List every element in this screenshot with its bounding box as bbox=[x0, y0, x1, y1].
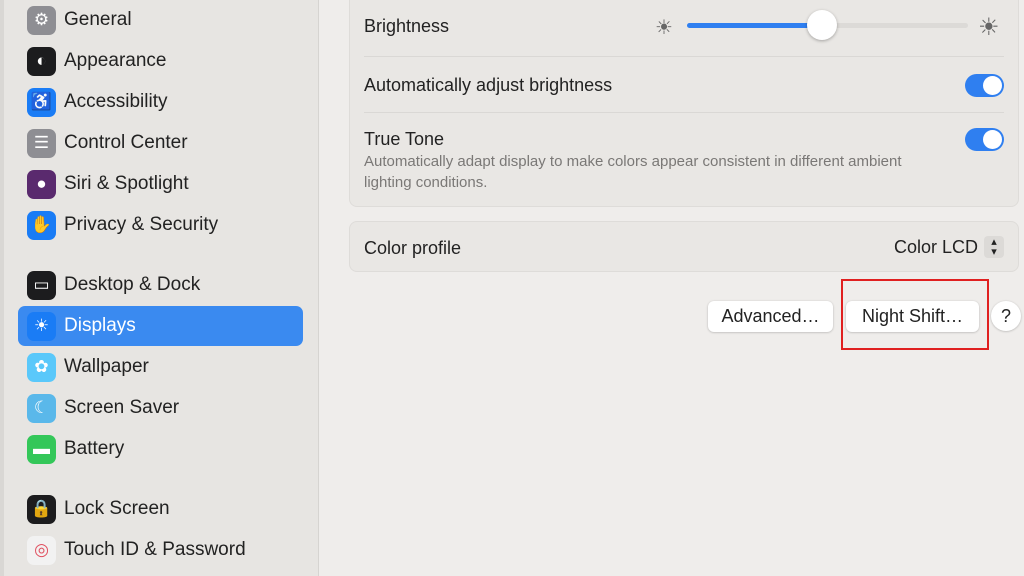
chevron-updown-icon: ▴ ▾ bbox=[984, 236, 1004, 258]
sidebar-item-screen-saver[interactable]: ☾ Screen Saver bbox=[18, 388, 303, 428]
brightness-slider[interactable] bbox=[687, 10, 968, 40]
brightness-card: Brightness ☀ ☀ Automatically adjust brig… bbox=[349, 0, 1019, 207]
sidebar-item-label: Accessibility bbox=[64, 91, 168, 112]
lock-icon: 🔒 bbox=[27, 494, 56, 524]
sun-small-icon: ☀ bbox=[655, 17, 673, 39]
color-profile-value: Color LCD bbox=[893, 236, 978, 257]
auto-brightness-label: Automatically adjust brightness bbox=[364, 75, 613, 95]
sidebar-item-privacy-security[interactable]: ✋ Privacy & Security bbox=[18, 205, 303, 245]
control-center-icon: ☰ bbox=[27, 128, 56, 158]
help-button[interactable]: ? bbox=[991, 301, 1021, 331]
sidebar-item-accessibility[interactable]: ♿ Accessibility bbox=[18, 82, 303, 122]
color-profile-card: Color profile Color LCD ▴ ▾ bbox=[349, 221, 1019, 272]
sidebar-item-lock-screen[interactable]: 🔒 Lock Screen bbox=[18, 489, 303, 529]
appearance-icon: ◐ bbox=[27, 46, 56, 76]
screen-saver-icon: ☾ bbox=[27, 393, 56, 423]
sidebar-item-siri-spotlight[interactable]: ● Siri & Spotlight bbox=[18, 164, 303, 204]
sidebar: ⚙ General ◐ Appearance ♿ Accessibility ☰ Contro… bbox=[0, 0, 319, 576]
sidebar-item-desktop-dock[interactable]: ▭ Desktop & Dock bbox=[18, 265, 303, 305]
sun-icon: ☀ bbox=[27, 311, 56, 341]
sidebar-item-label: Displays bbox=[64, 315, 136, 336]
sidebar-item-general[interactable]: ⚙ General bbox=[18, 0, 303, 40]
night-shift-highlight-box bbox=[841, 279, 989, 350]
gear-icon: ⚙ bbox=[27, 5, 56, 35]
sidebar-item-touch-id-password[interactable]: ◎ Touch ID & Password bbox=[18, 530, 303, 570]
advanced-button[interactable]: Advanced… bbox=[708, 301, 833, 332]
accessibility-icon: ♿ bbox=[27, 87, 56, 117]
sidebar-item-label: Battery bbox=[64, 438, 125, 459]
sidebar-item-wallpaper[interactable]: ✿ Wallpaper bbox=[18, 347, 303, 387]
true-tone-label: True Tone bbox=[364, 129, 445, 149]
battery-icon: ▬ bbox=[27, 434, 56, 464]
flower-icon: ✿ bbox=[27, 352, 56, 382]
brightness-slider-fill bbox=[687, 23, 822, 28]
sidebar-item-label: General bbox=[64, 9, 132, 30]
displays-pane: Brightness ☀ ☀ Automatically adjust brig… bbox=[319, 0, 1024, 576]
dock-icon: ▭ bbox=[27, 270, 56, 300]
sidebar-item-label: Touch ID & Password bbox=[64, 539, 246, 560]
sidebar-item-appearance[interactable]: ◐ Appearance bbox=[18, 41, 303, 81]
sidebar-item-battery[interactable]: ▬ Battery bbox=[18, 429, 303, 469]
divider bbox=[364, 56, 1004, 57]
hand-icon: ✋ bbox=[27, 210, 56, 240]
fingerprint-icon: ◎ bbox=[27, 535, 56, 565]
sidebar-item-displays[interactable]: ☀ Displays bbox=[18, 306, 303, 346]
sidebar-item-label: Wallpaper bbox=[64, 356, 149, 377]
brightness-slider-thumb[interactable] bbox=[806, 10, 837, 40]
divider bbox=[364, 112, 1004, 113]
sidebar-item-label: Siri & Spotlight bbox=[64, 173, 189, 194]
sidebar-item-label: Appearance bbox=[64, 50, 167, 71]
color-profile-select[interactable]: Color LCD ▴ ▾ bbox=[894, 236, 1004, 258]
auto-brightness-toggle[interactable] bbox=[965, 74, 1004, 97]
sidebar-item-control-center[interactable]: ☰ Control Center bbox=[18, 123, 303, 163]
true-tone-toggle[interactable] bbox=[965, 128, 1004, 151]
siri-icon: ● bbox=[27, 169, 56, 199]
sidebar-item-label: Privacy & Security bbox=[64, 214, 219, 235]
sidebar-item-label: Screen Saver bbox=[64, 397, 180, 418]
sidebar-item-label: Lock Screen bbox=[64, 498, 170, 519]
sun-large-icon: ☀ bbox=[978, 14, 1000, 41]
true-tone-description: Automatically adapt display to make colo… bbox=[364, 153, 902, 191]
sidebar-item-label: Control Center bbox=[64, 132, 188, 153]
sidebar-item-label: Desktop & Dock bbox=[64, 274, 201, 295]
